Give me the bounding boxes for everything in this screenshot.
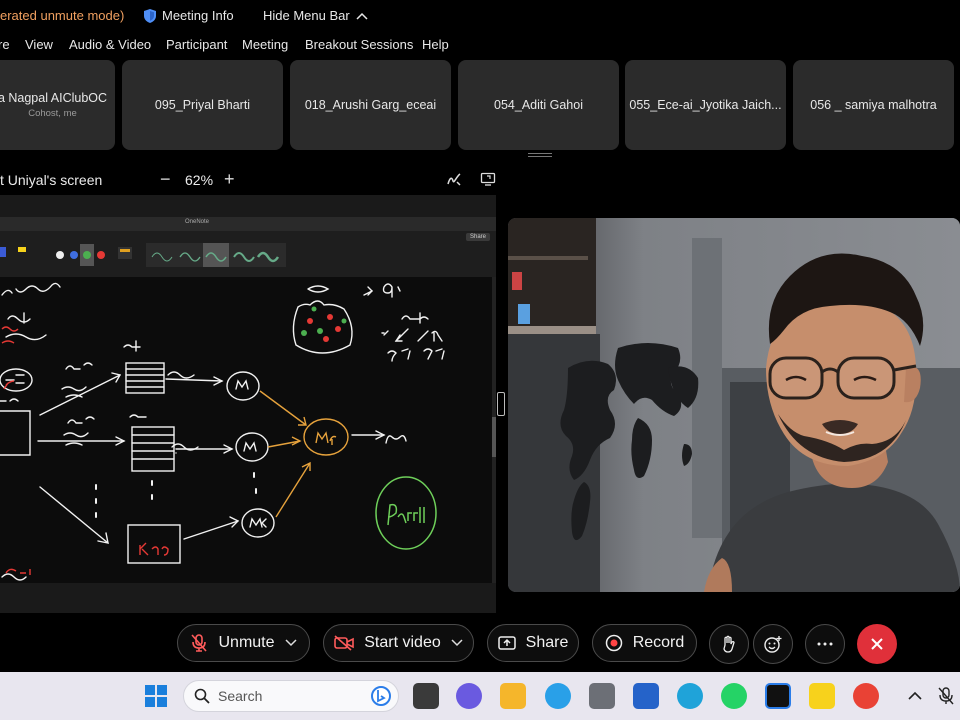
bing-icon	[371, 686, 391, 706]
onenote-title-bar: OneNote	[0, 217, 496, 231]
search-icon	[194, 688, 210, 704]
onenote-app-title: OneNote	[185, 219, 210, 225]
microphone-muted-icon[interactable]	[938, 686, 954, 706]
leave-meeting-button[interactable]	[857, 624, 897, 664]
onenote-share-button[interactable]: Share	[466, 233, 491, 241]
zoom-level: 62%	[185, 172, 214, 188]
participant-role: Cohost, me	[28, 108, 77, 119]
camera-icon[interactable]	[589, 683, 615, 709]
participant-strip: a Nagpal AIClubOC Cohost, me 095_Priyal …	[0, 58, 960, 152]
teams-chat-icon[interactable]	[456, 683, 482, 709]
top-status-bar: erated unmute mode) Meeting Info Hide Me…	[0, 0, 960, 32]
menu-item-help[interactable]: Help	[422, 37, 449, 52]
windows-start-icon[interactable]	[144, 684, 168, 708]
participant-name: 054_Aditi Gahoi	[494, 98, 583, 112]
participant-name: 055_Ece-ai_Jyotika Jaich...	[629, 98, 782, 112]
annotate-icon[interactable]	[446, 171, 462, 187]
chevron-down-icon[interactable]	[451, 639, 463, 647]
participant-tile[interactable]: 054_Aditi Gahoi	[458, 60, 619, 150]
menu-item-meeting[interactable]: Meeting	[242, 37, 288, 52]
menu-item-share-partial[interactable]: re	[0, 37, 10, 52]
shared-screen-title: t Uniyal's screen	[0, 172, 103, 188]
close-icon	[871, 638, 883, 650]
canvas-scrollbar[interactable]	[492, 277, 496, 583]
shared-screen-header: t Uniyal's screen − 62% +	[0, 166, 500, 194]
mode-status-text: erated unmute mode)	[0, 8, 125, 23]
speaker-video[interactable]	[508, 218, 960, 592]
shared-screen[interactable]: OneNote Share	[0, 195, 496, 613]
menu-item-view[interactable]: View	[25, 37, 53, 52]
help-app-icon[interactable]	[545, 683, 571, 709]
strip-resize-handle[interactable]	[528, 153, 552, 159]
zoom-out-button[interactable]: −	[160, 169, 171, 190]
participant-tile[interactable]: 055_Ece-ai_Jyotika Jaich...	[625, 60, 786, 150]
pen-tools-icon	[0, 247, 26, 257]
participant-name: 095_Priyal Bharti	[154, 98, 251, 112]
participant-tile[interactable]: 095_Priyal Bharti	[122, 60, 283, 150]
shield-icon	[144, 8, 156, 23]
meeting-info-label: Meeting Info	[162, 8, 234, 23]
participant-tile[interactable]: 056 _ samiya malhotra	[793, 60, 954, 150]
whiteboard-canvas	[0, 277, 492, 583]
scrollbar-thumb[interactable]	[492, 417, 496, 457]
chevron-up-icon[interactable]	[908, 691, 922, 701]
search-placeholder: Search	[218, 688, 263, 704]
windows-taskbar: Search	[0, 672, 960, 720]
pop-out-icon[interactable]	[480, 171, 496, 187]
record-label: Record	[632, 634, 685, 651]
ellipsis-icon	[817, 642, 833, 646]
share-button[interactable]: Share	[487, 624, 579, 662]
raise-hand-button[interactable]	[709, 624, 749, 664]
hand-icon	[723, 635, 735, 653]
smiley-icon	[764, 636, 782, 653]
chevron-down-icon[interactable]	[284, 639, 297, 647]
chevron-up-icon	[356, 12, 368, 20]
speaker-video-frame	[508, 218, 960, 592]
stroke-width-icon	[146, 243, 286, 267]
unmute-button[interactable]: Unmute	[177, 624, 310, 662]
participant-name: a Nagpal AIClubOC	[0, 91, 108, 105]
onenote-toolbar: Share	[0, 231, 496, 277]
participant-name: 056 _ samiya malhotra	[810, 98, 937, 112]
menu-item-participant[interactable]: Participant	[166, 37, 227, 52]
menu-bar: re View Audio & Video Participant Meetin…	[0, 32, 960, 56]
meeting-info-button[interactable]: Meeting Info	[144, 8, 234, 23]
task-view-icon[interactable]	[413, 683, 439, 709]
whatsapp-icon[interactable]	[721, 683, 747, 709]
start-video-button[interactable]: Start video	[323, 624, 474, 662]
panel-splitter-handle[interactable]	[497, 392, 505, 416]
participant-tile[interactable]: a Nagpal AIClubOC Cohost, me	[0, 60, 115, 150]
share-screen-icon	[497, 636, 516, 650]
color-palette-icon	[56, 244, 132, 266]
participant-name: 018_Arushi Garg_eceai	[304, 98, 437, 112]
chrome-browser-icon[interactable]	[853, 683, 879, 709]
more-options-button[interactable]	[805, 624, 845, 664]
unmute-label: Unmute	[218, 634, 275, 651]
zoom-in-button[interactable]: +	[224, 169, 235, 190]
file-explorer-icon[interactable]	[500, 683, 526, 709]
record-button[interactable]: Record	[592, 624, 697, 662]
sticky-notes-icon[interactable]	[809, 683, 835, 709]
share-label: Share	[525, 634, 569, 651]
menu-item-breakout-sessions[interactable]: Breakout Sessions	[305, 37, 413, 52]
start-video-label: Start video	[364, 634, 441, 651]
hide-menu-bar-label: Hide Menu Bar	[263, 8, 350, 23]
edge-browser-icon[interactable]	[677, 683, 703, 709]
participant-tile[interactable]: 018_Arushi Garg_eceai	[290, 60, 451, 150]
reactions-button[interactable]	[753, 624, 793, 664]
microsoft-store-icon[interactable]	[633, 683, 659, 709]
taskbar-search-box[interactable]: Search	[183, 680, 399, 712]
menu-item-audio-video[interactable]: Audio & Video	[69, 37, 151, 52]
video-off-icon	[334, 635, 355, 651]
webex-icon[interactable]	[765, 683, 791, 709]
hide-menu-bar-button[interactable]: Hide Menu Bar	[263, 8, 368, 23]
microphone-muted-icon	[191, 634, 208, 652]
record-icon	[605, 634, 622, 652]
meeting-control-bar: Unmute Start video Share Record	[0, 614, 960, 672]
